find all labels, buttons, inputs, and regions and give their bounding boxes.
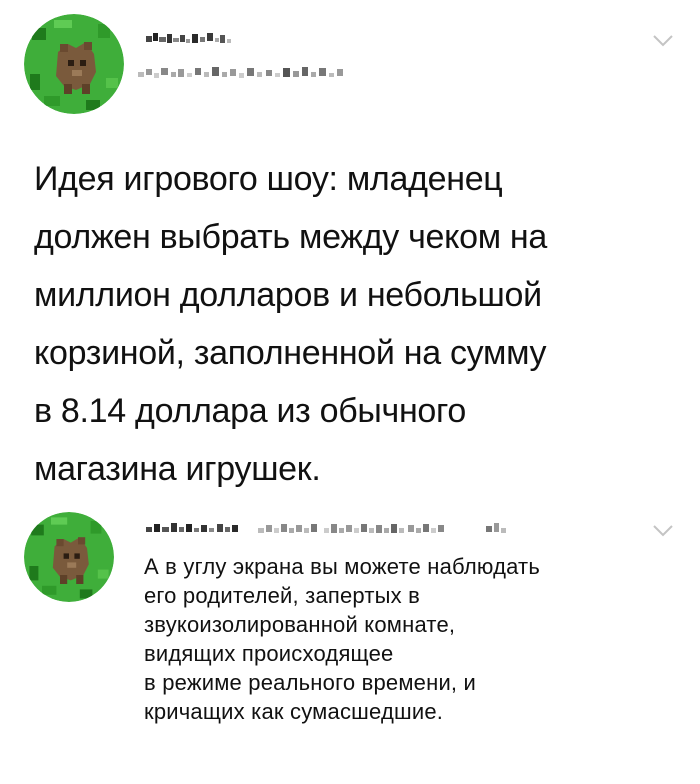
chevron-down-icon <box>653 525 673 537</box>
tweet-text-line: корзиной, заполненной на сумму <box>34 334 547 372</box>
tweet-text-line: Идея игрового шоу: младенец <box>34 160 503 198</box>
pixelated-name-icon <box>146 523 506 533</box>
pixelated-handle-icon <box>138 67 343 78</box>
reply-author-redacted[interactable] <box>146 520 516 538</box>
avatar-icon[interactable] <box>24 14 124 114</box>
tweet-menu-button[interactable] <box>652 34 674 48</box>
reply-text-line: его родителей, запертых в <box>144 583 421 608</box>
reply-text-line: в режиме реального времени, и <box>144 670 477 695</box>
reply-tweet: А в углу экрана вы можете наблюдать его … <box>0 500 700 784</box>
author-name-redacted[interactable] <box>146 30 256 50</box>
reply-text-line: звукоизолированной комнате, <box>144 612 456 637</box>
tweet-menu-button[interactable] <box>652 524 674 538</box>
tweet-text-line: миллион долларов и небольшой <box>34 276 542 314</box>
avatar-icon[interactable] <box>24 512 114 602</box>
tweet-text-line: в 8.14 доллара из обычного <box>34 392 466 430</box>
chevron-down-icon <box>653 35 673 47</box>
main-tweet: Идея игрового шоу: младенец должен выбра… <box>0 0 700 500</box>
reply-text: А в углу экрана вы можете наблюдать его … <box>144 552 684 726</box>
reply-text-line: видящих происходящее <box>144 641 394 666</box>
author-handle-redacted[interactable] <box>138 64 352 82</box>
bear-avatar-icon <box>24 14 124 114</box>
tweet-text: Идея игрового шоу: младенец должен выбра… <box>34 150 674 498</box>
pixelated-name-icon <box>146 33 231 43</box>
reply-text-line: А в углу экрана вы можете наблюдать <box>144 554 540 579</box>
bear-avatar-icon <box>24 512 114 602</box>
tweet-text-line: магазина игрушек. <box>34 450 321 488</box>
tweet-text-line: должен выбрать между чеком на <box>34 218 548 256</box>
reply-text-line: кричащих как сумасшедшие. <box>144 699 444 724</box>
